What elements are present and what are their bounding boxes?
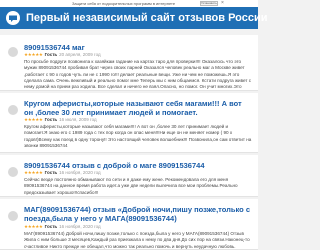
review-title[interactable]: Кругом аферисты,которые называют себя ма… <box>24 99 252 117</box>
review-date: 16 июля, 2009 год <box>59 117 97 122</box>
avatar <box>8 47 18 57</box>
rating-stars: ★★★★★ <box>24 170 43 175</box>
review-author: Гость <box>44 117 58 122</box>
review-title[interactable]: 89091536744 маг <box>24 43 252 52</box>
avatar <box>8 105 18 115</box>
review-author: Гость <box>44 170 58 175</box>
review-item: МАГ(89091536744) отзыв «Доброй ночи,пишу… <box>0 199 258 250</box>
review-date: 16 ноября, 2020 год <box>59 224 101 229</box>
avatar <box>8 167 18 177</box>
review-author: Гость <box>44 224 58 229</box>
rating-stars: ★★★★★ <box>24 117 43 122</box>
review-meta: ★★★★★ Гость 16 ноября, 2020 год <box>24 224 101 230</box>
review-date: 16 ноября, 2020 год <box>59 170 101 175</box>
review-text: МАГ(89091536744) Доброй ночи,пишу позже,… <box>24 231 250 250</box>
review-item: 89091536744 маг ★★★★★ Гость 20 апреля, 200… <box>0 35 258 91</box>
review-text: По просьбе подруги позвонила к хазяйкам … <box>24 59 252 89</box>
avatar <box>8 211 18 221</box>
logo-icon[interactable] <box>6 11 20 25</box>
review-meta: ★★★★★ Гость 16 ноября, 2020 год <box>24 170 101 176</box>
review-meta: ★★★★★ Гость 16 июля, 2009 год <box>24 117 97 123</box>
review-title[interactable]: 89091536744 отзыв с доброй о маге 890915… <box>24 161 252 170</box>
rating-stars: ★★★★★ <box>24 224 43 229</box>
browser-notice-bar: Защити себя от подозрительных программ в… <box>0 0 258 7</box>
review-meta: ★★★★★ Гость 20 апреля, 2009 год <box>24 52 101 58</box>
close-icon[interactable]: × <box>221 0 224 7</box>
review-text: Сейчас везде постоянно обманывают по сет… <box>24 177 238 195</box>
rating-stars: ★★★★★ <box>24 52 43 57</box>
notice-text: Защити себя от подозрительных программ в… <box>72 1 176 6</box>
review-item: 89091536744 отзыв с доброй о маге 890915… <box>0 155 258 197</box>
site-title[interactable]: Первый независимый сайт отзывов России <box>26 12 268 24</box>
site-header: Первый независимый сайт отзывов России <box>0 7 268 29</box>
review-date: 20 апреля, 2009 год <box>59 52 101 57</box>
review-text: Кругом аферисты,которые называют себя ма… <box>24 124 252 148</box>
review-author: Гость <box>44 52 58 57</box>
install-button[interactable]: Установить <box>200 1 218 6</box>
review-title[interactable]: МАГ(89091536744) отзыв «Доброй ночи,пишу… <box>24 205 252 223</box>
review-item: Кругом аферисты,которые называют себя ма… <box>0 93 258 153</box>
